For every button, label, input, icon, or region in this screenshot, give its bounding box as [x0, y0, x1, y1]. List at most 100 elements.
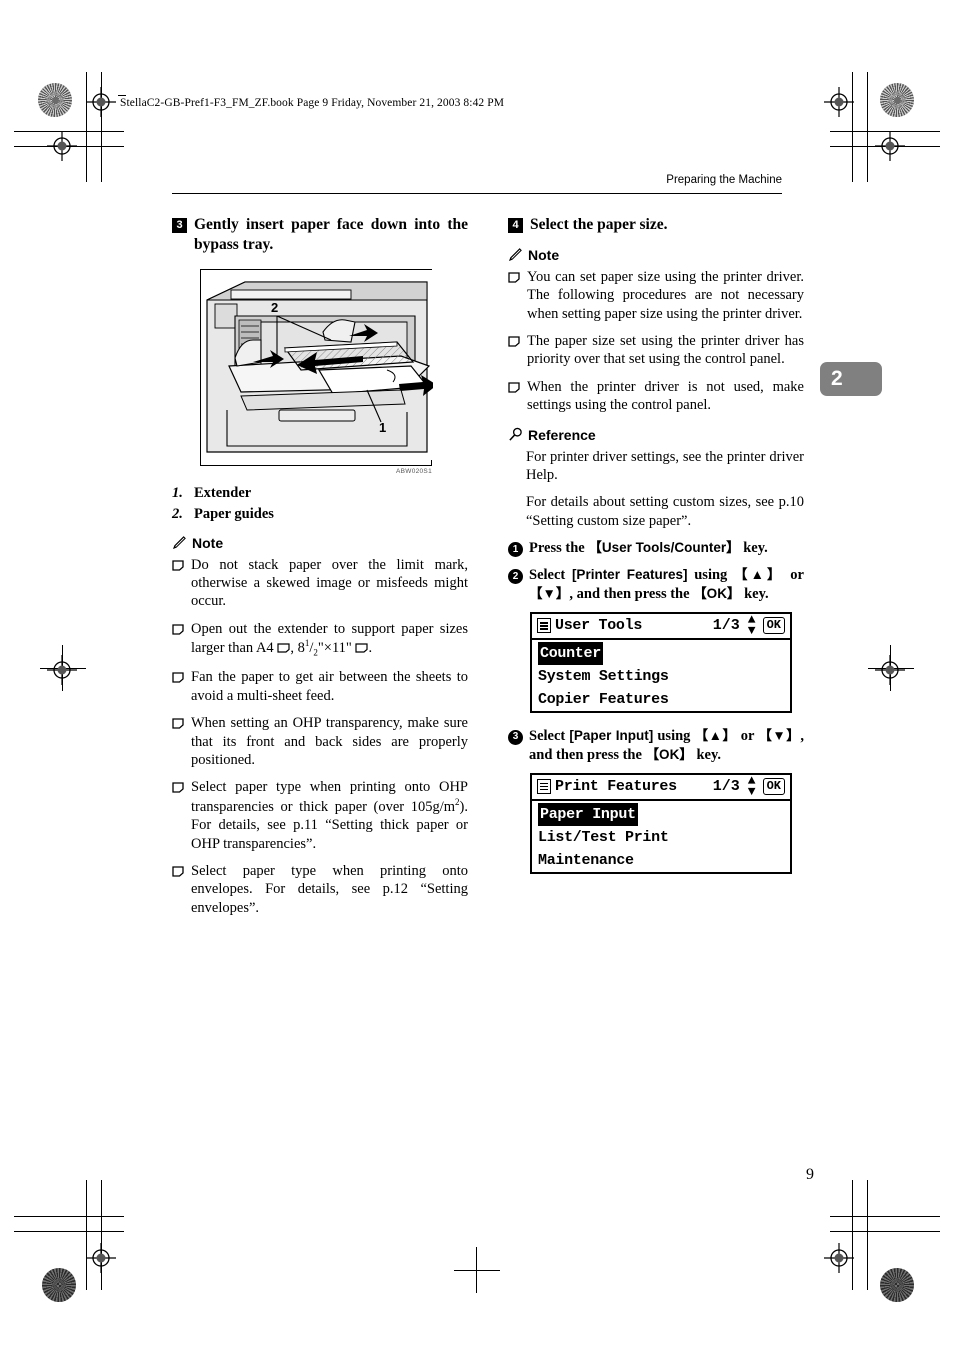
note-text: When the printer driver is not used, mak… [527, 378, 804, 414]
crop-line [86, 1180, 88, 1290]
figure-bypass-tray: 2 1 ABW020S1 [200, 268, 437, 475]
menu-list-icon [537, 779, 551, 795]
callout-number: 1. [172, 484, 183, 501]
note-text: Select paper type when printing onto env… [191, 862, 468, 916]
substep-number: 2 [508, 569, 523, 585]
registration-mark-icon [875, 655, 905, 685]
lcd-row-wrap: Paper Input [532, 801, 790, 826]
lcd-row[interactable]: List/Test Print [532, 826, 790, 849]
bullet-square-icon [508, 336, 527, 369]
paper-landscape-icon [355, 640, 369, 656]
bullet-square-icon [172, 718, 191, 769]
star-target-icon [880, 83, 914, 117]
key-user-tools-counter: 【User Tools/Counter】 [588, 540, 740, 556]
step-heading-4: 4 Select the paper size. [508, 215, 804, 235]
bullet-square-icon [172, 782, 191, 852]
note-item: Fan the paper to get air between the she… [172, 668, 468, 705]
bullet-square-icon [508, 382, 527, 415]
bullet-square-icon [172, 866, 191, 917]
note-heading-left: Note [172, 535, 468, 551]
registration-mark-icon [47, 131, 77, 161]
callout-item: 1. Extender [172, 485, 468, 502]
up-down-arrows-icon: ▲ ▼ [747, 612, 756, 638]
star-target-icon [42, 1268, 76, 1302]
key-down: 【▼】 [529, 585, 570, 601]
registration-mark-icon [47, 655, 77, 685]
substep-3: 3 Select [Paper Input] using 【▲】 or 【▼】,… [508, 727, 804, 765]
lcd-title-bar: Print Features 1/3 ▲ ▼ OK [532, 773, 790, 801]
step-text: Select the paper size. [530, 216, 668, 233]
substep-number: 3 [508, 729, 523, 745]
lcd-page-indicator: 1/3 [712, 617, 740, 635]
registration-mark-icon [875, 131, 905, 161]
pencil-icon [172, 536, 186, 550]
callout-item: 2. Paper guides [172, 506, 468, 523]
figure-callout-2: 2 [271, 300, 278, 315]
file-header: StellaC2-GB-Pref1-F3_FM_ZF.book Page 9 F… [120, 97, 505, 109]
lcd-row[interactable]: Copier Features [532, 688, 790, 711]
note-text: You can set paper size using the printer… [527, 268, 804, 322]
reference-label: Reference [528, 426, 596, 443]
crop-line [867, 72, 869, 182]
substep-number: 1 [508, 542, 523, 558]
note-list-left: Do not stack paper over the limit mark, … [172, 556, 468, 917]
crop-line [101, 1180, 103, 1290]
registration-mark-icon [824, 87, 854, 117]
note-item: When setting an OHP transparency, make s… [172, 714, 468, 769]
chapter-tab: 2 [820, 362, 882, 396]
note-item: The paper size set using the printer dri… [508, 332, 804, 369]
file-header-rule [118, 95, 126, 96]
key-ok: 【OK】 [693, 585, 741, 601]
header-rule [172, 193, 782, 195]
registration-mark-icon [824, 1243, 854, 1273]
menu-printer-features: [Printer Features] [571, 567, 688, 583]
key-down: 【▼】 [758, 727, 801, 743]
note-text: The paper size set using the printer dri… [527, 333, 804, 368]
lcd-screen-user-tools: User Tools 1/3 ▲ ▼ OK Counter System Sett… [530, 611, 792, 713]
lcd-row-selected[interactable]: Paper Input [538, 802, 638, 826]
reference-heading: Reference [508, 427, 804, 443]
figure-code: ABW020S1 [395, 467, 432, 475]
registration-mark-icon [86, 1243, 116, 1273]
crop-line [830, 1231, 940, 1233]
note-item: Select paper type when printing onto OHP… [172, 778, 468, 852]
crop-line [14, 1231, 124, 1233]
note-label: Note [192, 534, 224, 551]
key-up: 【▲】 [694, 727, 737, 743]
note-item: Open out the extender to support paper s… [172, 620, 468, 660]
substep-text: Press the 【User Tools/Counter】 key. [529, 540, 768, 557]
crop-line [867, 1180, 869, 1290]
lcd-ok-button[interactable]: OK [762, 778, 785, 796]
bypass-tray-illustration: 2 1 [201, 269, 437, 460]
lcd-row-selected[interactable]: Counter [538, 641, 603, 665]
bullet-square-icon [508, 272, 527, 323]
note-item: When the printer driver is not used, mak… [508, 378, 804, 415]
lcd-row-wrap: Counter [532, 640, 790, 665]
crop-line [830, 1216, 940, 1218]
callout-label: Paper guides [194, 505, 274, 522]
page-number: 9 [806, 1166, 814, 1183]
lcd-row[interactable]: Maintenance [532, 849, 790, 872]
key-up: 【▲】 [734, 567, 784, 583]
bullet-square-icon [172, 672, 191, 705]
lcd-row[interactable]: System Settings [532, 665, 790, 688]
left-column: 3 Gently insert paper face down into the… [172, 215, 468, 926]
lcd-title-bar: User Tools 1/3 ▲ ▼ OK [532, 614, 790, 640]
reference-paragraph: For details about setting custom sizes, … [526, 494, 804, 529]
step-heading-3: 3 Gently insert paper face down into the… [172, 215, 468, 255]
note-item: You can set paper size using the printer… [508, 268, 804, 323]
bullet-square-icon [172, 560, 191, 611]
up-down-arrows-icon: ▲ ▼ [747, 773, 756, 799]
lcd-screen-print-features: Print Features 1/3 ▲ ▼ OK Paper Input Lis… [530, 772, 792, 874]
lcd-ok-button[interactable]: OK [762, 617, 785, 635]
callout-number: 2. [172, 505, 183, 522]
right-column: 4 Select the paper size. Note You can se… [508, 215, 804, 888]
note-text: Do not stack paper over the limit mark, … [191, 556, 468, 610]
figure-callout-1: 1 [379, 420, 386, 435]
note-item: Select paper type when printing onto env… [172, 862, 468, 917]
note-text: When setting an OHP transparency, make s… [191, 715, 468, 769]
note-text: Fan the paper to get air between the she… [191, 669, 468, 704]
reference-paragraph: For printer driver settings, see the pri… [526, 448, 804, 484]
menu-paper-input: [Paper Input] [569, 727, 654, 743]
substep-1: 1 Press the 【User Tools/Counter】 key. [508, 539, 804, 558]
